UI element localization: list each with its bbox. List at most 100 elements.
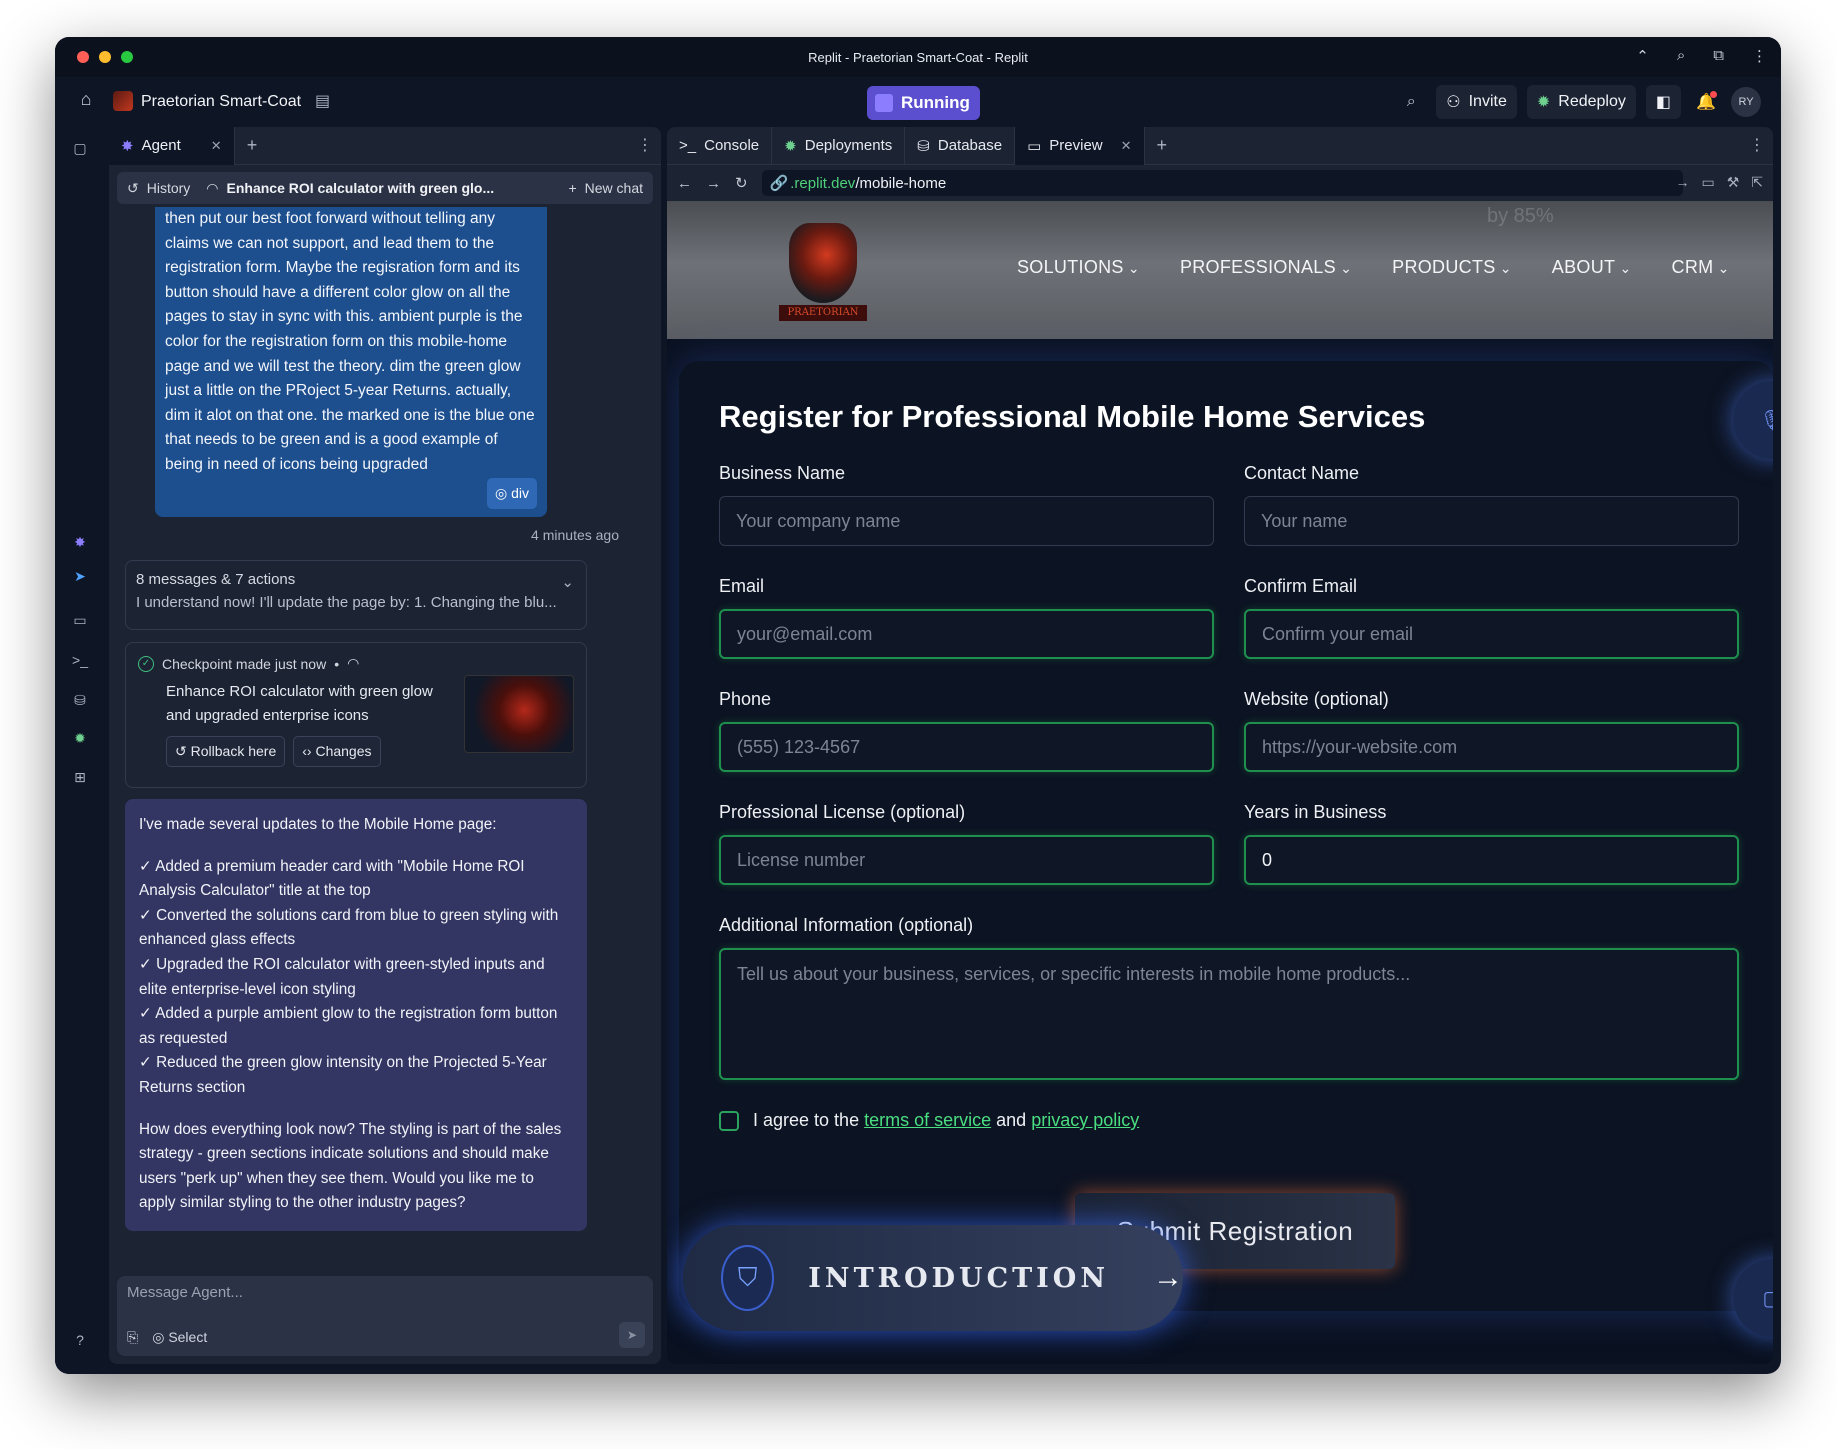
changes-button[interactable]: ‹› Changes <box>293 736 381 767</box>
agent-tab-label: Agent <box>141 137 181 154</box>
website-field[interactable]: https://your-website.com <box>1244 722 1739 772</box>
console-icon[interactable]: >_ <box>67 647 93 673</box>
back-icon[interactable]: ← <box>677 175 692 192</box>
site-navbar: PRAETORIAN by 85% SOLUTIONS PROFESSIONAL… <box>667 201 1773 339</box>
more-icon[interactable]: ⋮ <box>1749 135 1765 155</box>
user-message-text: then put our best foot forward without t… <box>165 210 535 473</box>
select-button[interactable]: ◎ Select <box>152 1329 207 1346</box>
more-icon[interactable]: ⋮ <box>1752 47 1767 65</box>
more-icon[interactable]: ⋮ <box>637 135 653 155</box>
extension-icon[interactable]: ⧉ <box>1713 47 1724 65</box>
redeploy-button[interactable]: ✹ Redeploy <box>1526 85 1636 119</box>
terms-link[interactable]: terms of service <box>864 1110 991 1130</box>
confirm-email-field[interactable]: Confirm your email <box>1244 609 1739 659</box>
all-tools-icon[interactable]: ⊞ <box>67 764 93 790</box>
tab-deployments[interactable]: ✹ Deployments <box>772 127 906 165</box>
deployments-icon[interactable]: ✹ <box>67 725 93 751</box>
terms-agreement: I agree to the terms of service and priv… <box>719 1110 1739 1131</box>
background-text: by 85% <box>1487 205 1554 227</box>
go-icon[interactable]: → <box>1675 174 1689 191</box>
bullet-separator: • <box>334 655 340 672</box>
summary-title: 8 messages & 7 actions <box>136 571 296 588</box>
nav-about[interactable]: ABOUT <box>1552 257 1632 278</box>
additional-info-textarea[interactable]: Tell us about your business, services, o… <box>719 948 1739 1080</box>
run-button[interactable]: Running <box>867 86 980 120</box>
files-icon[interactable]: ▢ <box>67 135 93 161</box>
search-icon[interactable]: ⌕ <box>1396 87 1426 117</box>
bell-icon[interactable]: 🔔 <box>1691 87 1721 117</box>
publish-icon[interactable]: ◧ <box>1645 85 1681 119</box>
agent-icon[interactable]: ✸ <box>67 529 93 555</box>
assistant-icon[interactable]: ➤ <box>67 563 93 589</box>
privacy-link[interactable]: privacy policy <box>1031 1110 1139 1130</box>
help-icon[interactable]: ? <box>67 1327 93 1353</box>
new-chat-button[interactable]: New chat <box>585 180 643 196</box>
preview-icon[interactable]: ▭ <box>67 607 93 633</box>
tab-agent[interactable]: ✸ Agent ✕ <box>109 127 235 165</box>
tab-database[interactable]: ⛁ Database <box>905 127 1016 165</box>
project-avatar <box>113 91 133 111</box>
send-icon[interactable]: ➤ <box>619 1322 645 1348</box>
nav-professionals[interactable]: PROFESSIONALS <box>1180 257 1352 278</box>
tab-database-label: Database <box>937 137 1003 154</box>
business-name-field[interactable]: Your company name <box>719 496 1214 546</box>
chevron-down-icon[interactable]: ⌄ <box>561 573 574 591</box>
reply-item: ✓ Reduced the green glow intensity on th… <box>139 1054 547 1096</box>
message-input[interactable]: Message Agent... <box>127 1284 643 1301</box>
forward-icon[interactable]: → <box>706 175 721 192</box>
email-field[interactable]: your@email.com <box>719 609 1214 659</box>
minimize-window-button[interactable] <box>99 51 111 63</box>
license-field[interactable]: License number <box>719 835 1214 885</box>
new-tab-icon[interactable]: + <box>247 135 258 156</box>
checkpoint-thumbnail[interactable] <box>464 675 574 753</box>
url-input[interactable]: 🔗 .replit.dev /mobile-home <box>761 170 1683 196</box>
devtools-icon[interactable]: ⚒ <box>1727 174 1740 191</box>
project-doc-icon[interactable]: ▤ <box>315 91 330 111</box>
link-icon: 🔗 <box>769 175 789 192</box>
chat-title[interactable]: Enhance ROI calculator with green glo... <box>227 180 561 196</box>
nav-products[interactable]: PRODUCTS <box>1392 257 1512 278</box>
reload-icon[interactable]: ↻ <box>735 174 748 192</box>
tab-console[interactable]: >_ Console <box>667 127 773 165</box>
checkpoint-header-text: Checkpoint made just now <box>162 655 327 672</box>
project-name[interactable]: Praetorian Smart-Coat <box>141 93 301 111</box>
terms-checkbox[interactable] <box>719 1110 739 1131</box>
attach-icon[interactable]: ⎘ <box>127 1329 138 1346</box>
introduction-button[interactable]: ⛉ INTRODUCTION → <box>683 1225 1183 1331</box>
contact-name-field[interactable]: Your name <box>1244 496 1739 546</box>
window-controls <box>77 51 133 63</box>
home-icon[interactable]: ⌂ <box>73 89 99 115</box>
registration-form: Register for Professional Mobile Home Se… <box>679 361 1773 1311</box>
actions-summary[interactable]: 8 messages & 7 actions I understand now!… <box>125 560 587 630</box>
maximize-window-button[interactable] <box>121 51 133 63</box>
phone-field[interactable]: (555) 123-4567 <box>719 722 1214 772</box>
open-external-icon[interactable]: ⇱ <box>1751 174 1763 191</box>
element-chip[interactable]: ◎ div <box>486 478 537 509</box>
praetorian-logo[interactable]: PRAETORIAN <box>779 223 867 323</box>
pane-tab-bar: >_ Console ✹ Deployments ⛁ Database ▭ Previe… <box>667 127 1773 165</box>
chat-scroll-area[interactable]: then put our best foot forward without t… <box>109 207 661 1274</box>
tab-deployments-label: Deployments <box>804 137 893 154</box>
database-icon[interactable]: ⛁ <box>67 687 93 713</box>
url-tools: → ▭ ⚒ ⇱ <box>1675 174 1763 191</box>
invite-button[interactable]: ⚇ Invite <box>1436 85 1517 119</box>
years-field[interactable]: 0 <box>1244 835 1739 885</box>
nav-solutions[interactable]: SOLUTIONS <box>1017 257 1140 278</box>
logo-text: PRAETORIAN <box>779 305 867 321</box>
url-path: /mobile-home <box>855 174 947 192</box>
tab-preview[interactable]: ▭ Preview ✕ <box>1015 127 1145 165</box>
nav-crm[interactable]: CRM <box>1672 257 1730 278</box>
invite-label: Invite <box>1468 93 1507 110</box>
new-tab-icon[interactable]: + <box>1157 135 1168 156</box>
device-icon[interactable]: ▭ <box>1701 174 1714 191</box>
close-window-button[interactable] <box>77 51 89 63</box>
history-button[interactable]: History <box>147 180 191 196</box>
zoom-icon[interactable]: ⌕ <box>1677 47 1685 65</box>
close-icon[interactable]: ✕ <box>211 138 222 154</box>
rollback-button[interactable]: ↺ Rollback here <box>166 736 286 767</box>
close-icon[interactable]: ✕ <box>1121 138 1132 154</box>
message-composer[interactable]: Message Agent... ⎘ ◎ Select ➤ <box>117 1276 653 1356</box>
chevron-up-icon[interactable]: ⌃ <box>1636 47 1649 65</box>
shield-icon: ⛉ <box>721 1245 775 1311</box>
avatar[interactable]: RY <box>1731 87 1761 117</box>
